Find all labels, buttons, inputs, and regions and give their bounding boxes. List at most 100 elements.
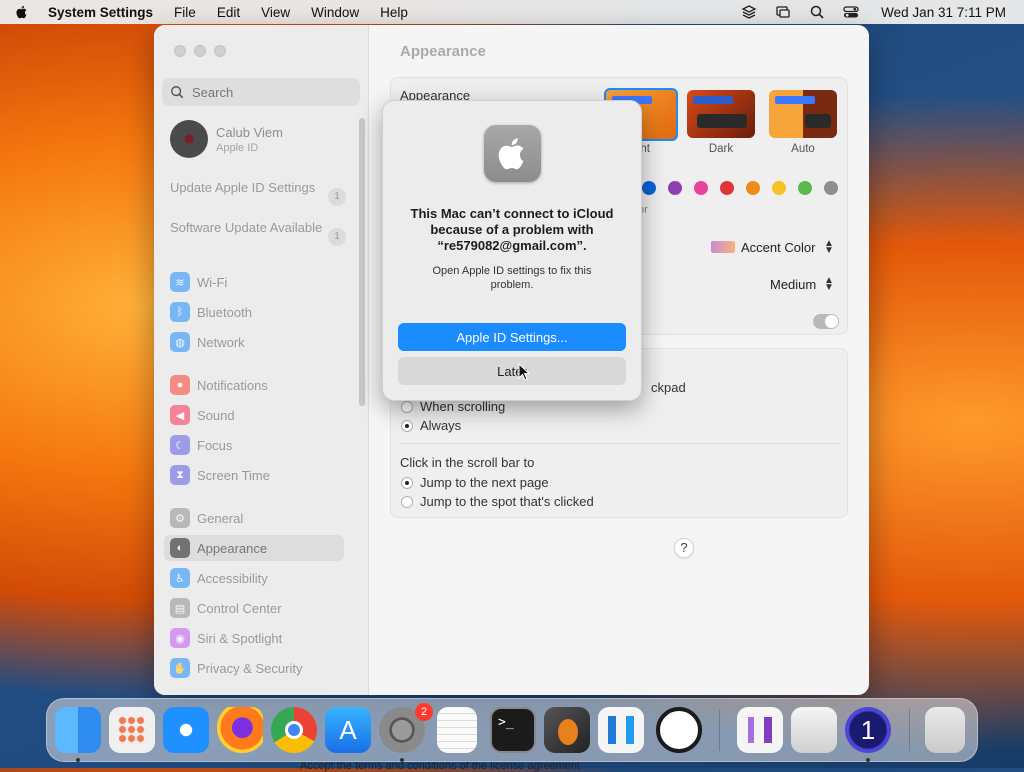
software-update-item[interactable]: Software Update Available 1	[170, 220, 346, 246]
accent-purple-swatch[interactable]	[668, 181, 682, 195]
apple-menu-icon[interactable]	[14, 4, 30, 20]
hand-icon: ✋	[170, 658, 190, 678]
sidebar-item-wifi[interactable]: ≋ Wi-Fi	[164, 269, 344, 295]
search-input[interactable]	[190, 83, 354, 101]
sidebar-item-focus[interactable]: ☾ Focus	[164, 432, 344, 458]
minimize-button[interactable]	[194, 45, 206, 57]
visual-studio-icon[interactable]	[737, 707, 783, 753]
textedit-icon[interactable]	[437, 707, 477, 753]
hourglass-icon: ⧗	[170, 465, 190, 485]
menu-view[interactable]: View	[261, 5, 290, 20]
sidebar-item-accessibility[interactable]: ♿ Accessibility	[164, 565, 344, 591]
clock-icon[interactable]	[656, 707, 702, 753]
notice-badge: 1	[328, 228, 346, 246]
sidebar-item-general[interactable]: ⚙ General	[164, 505, 344, 531]
running-indicator	[866, 758, 870, 762]
sidebar-item-bluetooth[interactable]: ᛒ Bluetooth	[164, 299, 344, 325]
sidebar-item-notifications[interactable]: ● Notifications	[164, 372, 344, 398]
zoom-button[interactable]	[214, 45, 226, 57]
search-icon	[171, 86, 184, 99]
control-center-icon: ▤	[170, 598, 190, 618]
screen-mirroring-icon[interactable]	[775, 4, 791, 20]
menu-app-name[interactable]: System Settings	[48, 5, 153, 20]
always-radio[interactable]	[401, 420, 413, 432]
accent-orange-swatch[interactable]	[746, 181, 760, 195]
accent-yellow-swatch[interactable]	[772, 181, 786, 195]
garageband-icon[interactable]	[544, 707, 590, 753]
close-button[interactable]	[174, 45, 186, 57]
apple-id-account[interactable]: Calub Viem Apple ID	[170, 120, 283, 158]
always-label: Always	[420, 418, 462, 433]
when-scrolling-radio[interactable]	[401, 401, 413, 413]
jump-next-page-radio[interactable]	[401, 477, 413, 489]
help-button[interactable]: ?	[674, 538, 694, 558]
vscode-icon[interactable]	[598, 707, 644, 753]
launchpad-icon[interactable]	[109, 707, 155, 753]
highlight-color-preview	[711, 241, 735, 253]
control-center-icon[interactable]	[843, 4, 859, 20]
click-scroll-bar-label: Click in the scroll bar to	[400, 455, 535, 470]
menu-file[interactable]: File	[174, 5, 196, 20]
sidebar-item-control-center[interactable]: ▤ Control Center	[164, 595, 344, 621]
trash-icon[interactable]	[925, 707, 965, 753]
jump-next-page-label: Jump to the next page	[420, 475, 549, 490]
terminal-icon[interactable]: >_	[490, 707, 536, 753]
icloud-alert-dialog: This Mac can’t connect to iCloud because…	[382, 100, 642, 401]
window-controls	[174, 45, 234, 57]
firefox-icon[interactable]	[217, 707, 263, 753]
sidebar-scrollbar[interactable]	[359, 118, 365, 406]
menu-window[interactable]: Window	[311, 5, 359, 20]
spotlight-search-icon[interactable]	[809, 4, 825, 20]
accent-blue-swatch[interactable]	[642, 181, 656, 195]
onepassword-icon[interactable]: 1	[845, 707, 891, 753]
gear-icon: ⚙	[170, 508, 190, 528]
sidebar-item-label: Accessibility	[197, 570, 268, 586]
accent-pink-swatch[interactable]	[694, 181, 708, 195]
chrome-icon[interactable]	[271, 707, 317, 753]
dark-mode-label: Dark	[708, 143, 734, 155]
wallpaper-tinting-toggle[interactable]	[813, 314, 839, 329]
sidebar-item-sound[interactable]: ◀ Sound	[164, 402, 344, 428]
update-apple-id-settings-item[interactable]: Update Apple ID Settings 1	[170, 180, 346, 206]
account-name: Calub Viem	[216, 124, 283, 140]
layers-icon[interactable]	[741, 4, 757, 20]
settings-notification-badge: 2	[415, 703, 433, 721]
accessibility-icon: ♿	[170, 568, 190, 588]
auto-mode-thumbnail[interactable]	[769, 90, 837, 138]
speaker-icon: ◀	[170, 405, 190, 425]
finder-icon[interactable]	[55, 707, 101, 753]
later-button[interactable]: Later	[398, 357, 626, 385]
dock-separator	[719, 709, 720, 751]
sidebar-item-label: Focus	[197, 437, 233, 453]
dock-separator	[909, 709, 910, 751]
sidebar-item-siri-spotlight[interactable]: ◉ Siri & Spotlight	[164, 625, 344, 651]
sidebar-item-label: Screen Time	[197, 467, 270, 483]
sidebar-item-label: Control Center	[197, 600, 282, 616]
appearance-icon: ◐	[170, 538, 190, 558]
safari-icon[interactable]	[163, 707, 209, 753]
notice-badge: 1	[328, 188, 346, 206]
menu-clock[interactable]: Wed Jan 31 7:11 PM	[881, 5, 1006, 20]
apple-id-settings-button[interactable]: Apple ID Settings...	[398, 323, 626, 351]
sidebar-item-privacy-security[interactable]: ✋ Privacy & Security	[164, 655, 344, 681]
disk-utility-icon[interactable]	[791, 707, 837, 753]
accent-red-swatch[interactable]	[720, 181, 734, 195]
sidebar-item-network[interactable]: ◍ Network	[164, 329, 344, 355]
dark-mode-thumbnail[interactable]	[687, 90, 755, 138]
divider	[400, 443, 840, 444]
bell-icon: ●	[170, 375, 190, 395]
sidebar-item-appearance[interactable]: ◐ Appearance	[164, 535, 344, 561]
sidebar-item-label: Sound	[197, 407, 235, 423]
accent-graphite-swatch[interactable]	[824, 181, 838, 195]
accent-green-swatch[interactable]	[798, 181, 812, 195]
app-store-icon[interactable]: A	[325, 707, 371, 753]
menu-help[interactable]: Help	[380, 5, 408, 20]
chevron-updown-icon[interactable]: ▲ ▼	[824, 276, 834, 293]
chevron-updown-icon[interactable]: ▲ ▼	[824, 239, 834, 256]
sidebar-icon-size-value[interactable]: Medium	[770, 277, 816, 292]
jump-spot-clicked-radio[interactable]	[401, 496, 413, 508]
sidebar-search[interactable]	[162, 78, 360, 106]
highlight-color-value[interactable]: Accent Color	[741, 240, 815, 255]
sidebar-item-screen-time[interactable]: ⧗ Screen Time	[164, 462, 344, 488]
menu-edit[interactable]: Edit	[217, 5, 240, 20]
